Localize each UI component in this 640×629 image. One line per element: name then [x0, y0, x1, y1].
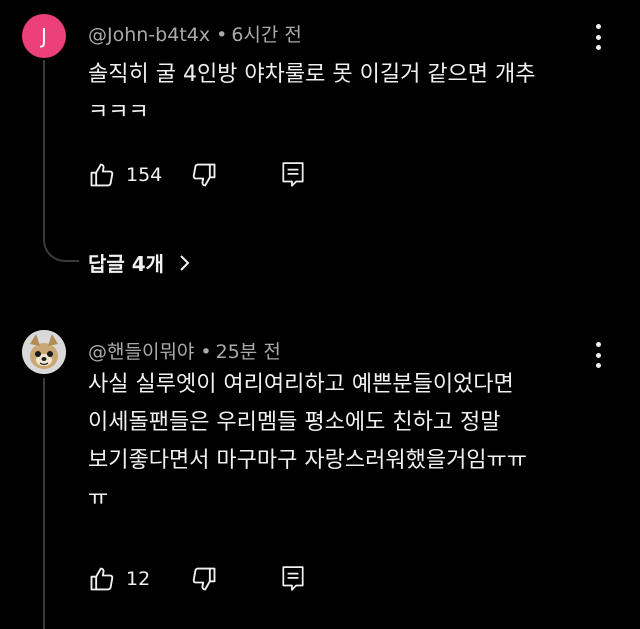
dog-avatar-image	[22, 330, 66, 374]
comment-meta: @핸들이뭐야 • 25분 전	[88, 337, 281, 364]
meta-separator: •	[200, 341, 212, 363]
comment-actions: 12	[88, 564, 306, 594]
view-replies-button[interactable]: 답글 4개	[88, 248, 194, 277]
comment-text: 솔직히 굴 4인방 야차룰로 못 이길거 같으면 개추 ㅋㅋㅋ	[88, 62, 536, 125]
avatar[interactable]	[22, 330, 66, 374]
comment-author[interactable]: @핸들이뭐야	[88, 341, 194, 363]
dislike-icon	[193, 163, 216, 187]
comment-actions: 154	[88, 160, 306, 190]
comment-author[interactable]: @John-b4t4x	[88, 24, 210, 46]
thread-line	[43, 60, 45, 238]
comment-time[interactable]: 6시간 전	[231, 24, 302, 46]
comment-text: 사실 실루엣이 여리여리하고 예쁜분들이었다면 이세돌팬들은 우리멤들 평소에도…	[88, 372, 528, 511]
thread-curve	[43, 230, 79, 262]
comment-meta: @John-b4t4x • 6시간 전	[88, 20, 302, 47]
like-count: 154	[126, 164, 163, 186]
like-count: 12	[126, 568, 151, 590]
thread-line	[43, 378, 45, 629]
avatar[interactable]: J	[22, 14, 66, 58]
more-icon[interactable]	[592, 342, 604, 368]
chevron-right-icon	[180, 254, 190, 271]
replies-label: 답글 4개	[88, 252, 165, 276]
reply-button[interactable]	[280, 565, 306, 593]
like-button[interactable]: 154	[88, 161, 162, 189]
reply-button[interactable]	[280, 161, 306, 189]
dislike-icon	[192, 567, 216, 591]
dislike-button[interactable]	[190, 161, 218, 189]
like-icon	[90, 567, 114, 591]
like-button[interactable]: 12	[88, 565, 150, 593]
like-icon	[90, 163, 114, 187]
dislike-button[interactable]	[190, 565, 218, 593]
more-icon[interactable]	[592, 24, 604, 50]
avatar-letter: J	[41, 24, 47, 48]
reply-icon	[282, 162, 304, 187]
comment-time[interactable]: 25분 전	[216, 341, 281, 363]
meta-separator: •	[216, 24, 228, 46]
reply-icon	[282, 566, 304, 591]
